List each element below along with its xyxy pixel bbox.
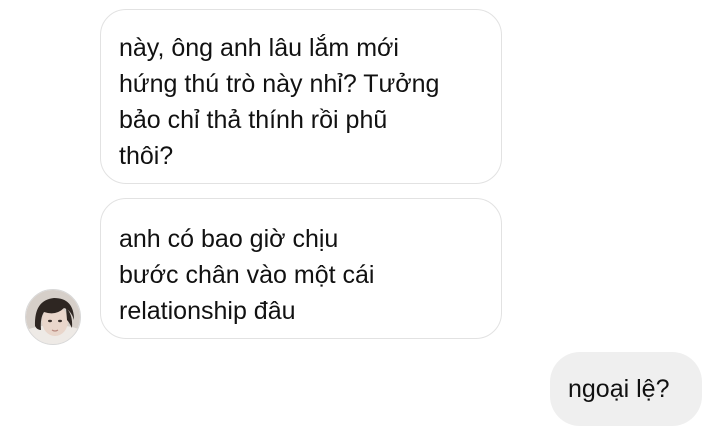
message-text-line: bước chân vào một cái [119,261,375,289]
incoming-message-bubble[interactable]: này, ông anh lâu lắm mới hứng thú trò nà… [100,9,502,184]
sender-avatar[interactable] [25,289,81,345]
message-text-line: thôi? [119,142,174,170]
message-text-line: này, ông anh lâu lắm mới [119,34,399,62]
message-text-line: bảo chỉ thả thính rồi phũ [119,106,388,134]
incoming-message-bubble[interactable]: anh có bao giờ chịu bước chân vào một cá… [100,198,502,339]
message-text-line: hứng thú trò này nhỉ? Tưởng [119,70,440,98]
message-text-line: anh có bao giờ chịu [119,225,339,253]
outgoing-message-bubble[interactable]: ngoại lệ? [550,352,702,426]
message-text-line: ngoại lệ? [568,375,670,403]
message-text-line: relationship đâu [119,297,296,325]
profile-avatar-photo-icon [26,290,80,344]
